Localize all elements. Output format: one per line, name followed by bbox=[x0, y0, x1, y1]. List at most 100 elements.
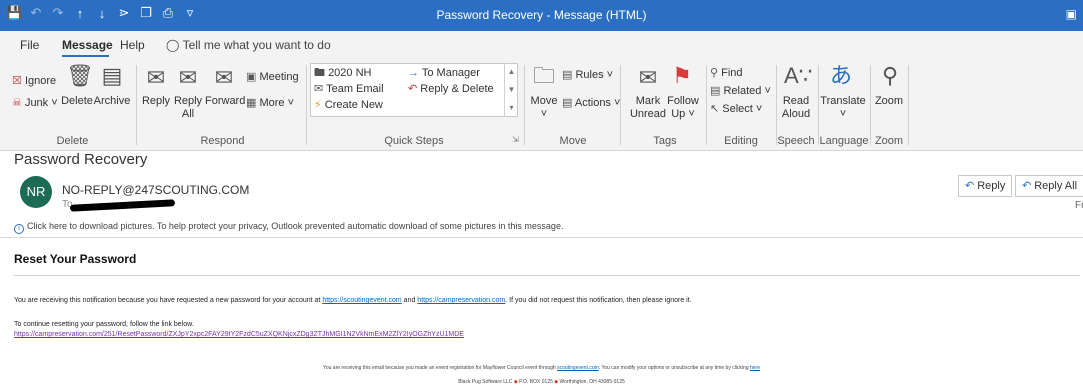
forward-button[interactable]: Forward bbox=[205, 95, 245, 108]
footer-company: Black Pug Software LLC bbox=[458, 379, 513, 385]
folder-icon: 🖿 bbox=[314, 67, 325, 79]
group-separator bbox=[870, 65, 871, 145]
chevron-down-icon: ˅ bbox=[603, 69, 614, 81]
related-icon: ▤ bbox=[710, 85, 721, 97]
select-button[interactable]: ↖ Select ˅ bbox=[710, 103, 762, 116]
quick-step-label: To Manager bbox=[421, 67, 480, 79]
follow-up-label-text: Up bbox=[671, 108, 686, 120]
title-bar: 💾 ↶ ↷ ↑ ↓ ⋗ ❐ ⎙ ▿ Password Recovery - Me… bbox=[0, 0, 1083, 31]
rules-label: Rules bbox=[575, 69, 604, 81]
ignore-button[interactable]: ☒ Ignore bbox=[12, 75, 56, 88]
diamond-icon: ◆ bbox=[513, 379, 518, 385]
p1-text-end: . If you did not request this notificati… bbox=[505, 297, 692, 304]
mark-unread-label-line1: Mark bbox=[635, 95, 661, 107]
follow-up-button[interactable]: Follow Up ˅ bbox=[666, 95, 700, 121]
reset-link-text[interactable]: https://campreservation.com/251/ResetPas… bbox=[14, 331, 464, 338]
reply-button[interactable]: Reply bbox=[140, 95, 172, 108]
arrow-right-icon: → bbox=[408, 67, 419, 79]
editing-group-label: Editing bbox=[724, 135, 758, 147]
infobar-text: Click here to download pictures. To help… bbox=[27, 221, 564, 231]
related-button[interactable]: ▤ Related ˅ bbox=[710, 85, 771, 98]
chevron-down-icon: ˅ bbox=[48, 97, 58, 109]
zoom-button[interactable]: Zoom bbox=[872, 95, 906, 108]
tell-me-label: Tell me what you want to do bbox=[182, 38, 331, 52]
mark-unread-button[interactable]: Mark Unread bbox=[628, 95, 668, 121]
follow-up-label-line1: Follow bbox=[667, 95, 699, 107]
footer-po-box: P.O. BOX 0125 bbox=[519, 379, 553, 385]
reply-all-button[interactable]: Reply All bbox=[172, 95, 204, 121]
reset-password-link[interactable]: https://campreservation.com/251/ResetPas… bbox=[14, 331, 464, 338]
move-icon: 🗀 bbox=[532, 63, 555, 88]
archive-icon: ▤ bbox=[101, 63, 123, 88]
header-divider bbox=[0, 237, 1083, 238]
translate-button[interactable]: Translate ˅ bbox=[818, 95, 868, 121]
speech-group-label: Speech bbox=[777, 135, 815, 147]
avatar[interactable]: NR bbox=[20, 176, 52, 208]
find-button[interactable]: ⚲ Find bbox=[710, 67, 743, 80]
reply-all-arrow-icon: ↶ bbox=[1022, 180, 1032, 192]
info-icon: i bbox=[14, 224, 24, 234]
sender-address[interactable]: NO-REPLY@247SCOUTING.COM bbox=[62, 183, 249, 197]
ribbon-display-options-icon[interactable]: ▣ bbox=[1066, 7, 1077, 21]
read-aloud-label-line2: Aloud bbox=[781, 108, 811, 120]
quick-step-label: 2020 NH bbox=[328, 67, 372, 79]
tab-message[interactable]: Message bbox=[62, 38, 113, 52]
quick-step-to-manager[interactable]: → To Manager bbox=[408, 67, 480, 80]
delete-button[interactable]: Delete bbox=[60, 95, 94, 108]
cursor-icon: ↖ bbox=[710, 103, 720, 115]
select-label: Select bbox=[722, 103, 753, 115]
group-separator bbox=[524, 65, 525, 145]
reply-all-label-line2: All bbox=[181, 108, 195, 120]
chevron-down-icon: ˅ bbox=[752, 103, 763, 115]
reply-button-inline[interactable]: ↶ Reply bbox=[958, 175, 1013, 197]
translate-label: Translate bbox=[820, 95, 866, 107]
archive-button[interactable]: Archive bbox=[93, 95, 131, 108]
unsubscribe-link[interactable]: here bbox=[750, 365, 760, 371]
reply-all-button-inline[interactable]: ↶ Reply All bbox=[1015, 175, 1083, 197]
junk-label: Junk bbox=[24, 97, 49, 109]
meeting-button[interactable]: ▣ Meeting bbox=[246, 71, 299, 84]
scoutingevent-link[interactable]: https://scoutingevent.com bbox=[322, 297, 401, 304]
meeting-label: Meeting bbox=[259, 71, 299, 83]
download-pictures-infobar[interactable]: i Click here to download pictures. To hel… bbox=[14, 221, 563, 234]
truncated-forward-button[interactable]: Fr bbox=[1075, 200, 1083, 211]
reply-icon: ✉ bbox=[146, 65, 166, 90]
footer-text-mid: . You can modify your options or unsubsc… bbox=[598, 365, 750, 371]
group-separator bbox=[706, 65, 707, 145]
junk-button[interactable]: ☠ Junk ˅ bbox=[12, 97, 58, 110]
group-separator bbox=[620, 65, 621, 145]
tab-file[interactable]: File bbox=[20, 38, 39, 52]
p1-text-and: and bbox=[401, 297, 418, 304]
quick-step-label: Team Email bbox=[326, 83, 384, 95]
lightbulb-icon: ◯ bbox=[166, 38, 180, 52]
more-respond-button[interactable]: ▦ More ˅ bbox=[246, 97, 294, 110]
quick-step-team-email[interactable]: ✉ Team Email bbox=[314, 83, 384, 96]
email-icon: ✉ bbox=[314, 83, 324, 95]
read-aloud-button[interactable]: Read Aloud bbox=[778, 95, 814, 121]
rules-button[interactable]: ▤ Rules ˅ bbox=[562, 69, 613, 82]
actions-icon: ▤ bbox=[562, 97, 573, 109]
respond-group-label: Respond bbox=[200, 135, 245, 147]
quick-steps-scroll[interactable]: ▲ ▼ ▾ bbox=[504, 63, 518, 117]
follow-up-label-line2: Up ˅ bbox=[666, 108, 700, 121]
quick-step-create-new[interactable]: ⚡ Create New bbox=[314, 99, 383, 112]
diamond-icon: ◆ bbox=[554, 379, 559, 385]
rules-icon: ▤ bbox=[562, 69, 573, 81]
window-title: Password Recovery - Message (HTML) bbox=[436, 8, 647, 22]
mark-unread-label-line2: Unread bbox=[629, 108, 667, 120]
actions-button[interactable]: ▤ Actions ˅ bbox=[562, 97, 620, 110]
dialog-launcher-icon[interactable]: ⇲ bbox=[512, 133, 519, 146]
footer-city: Worthington, OH 43085-0125 bbox=[559, 379, 625, 385]
quick-step-2020-nh[interactable]: 🖿 2020 NH bbox=[314, 67, 371, 80]
tell-me-search[interactable]: ◯ Tell me what you want to do bbox=[166, 38, 331, 52]
quick-step-reply-delete[interactable]: ↶ Reply & Delete bbox=[408, 83, 494, 96]
read-aloud-icon: A∵ bbox=[784, 63, 813, 88]
tab-help[interactable]: Help bbox=[120, 38, 145, 52]
move-button[interactable]: Move ˅ bbox=[528, 95, 560, 121]
message-subject: Password Recovery bbox=[14, 151, 148, 168]
language-group-label: Language bbox=[819, 135, 869, 147]
read-aloud-label-line1: Read bbox=[782, 95, 810, 107]
campreservation-link[interactable]: https://campreservation.com bbox=[417, 297, 505, 304]
footer-scoutingevent-link[interactable]: scoutingevent.com bbox=[557, 365, 599, 371]
chevron-down-icon: ˅ bbox=[685, 108, 695, 120]
